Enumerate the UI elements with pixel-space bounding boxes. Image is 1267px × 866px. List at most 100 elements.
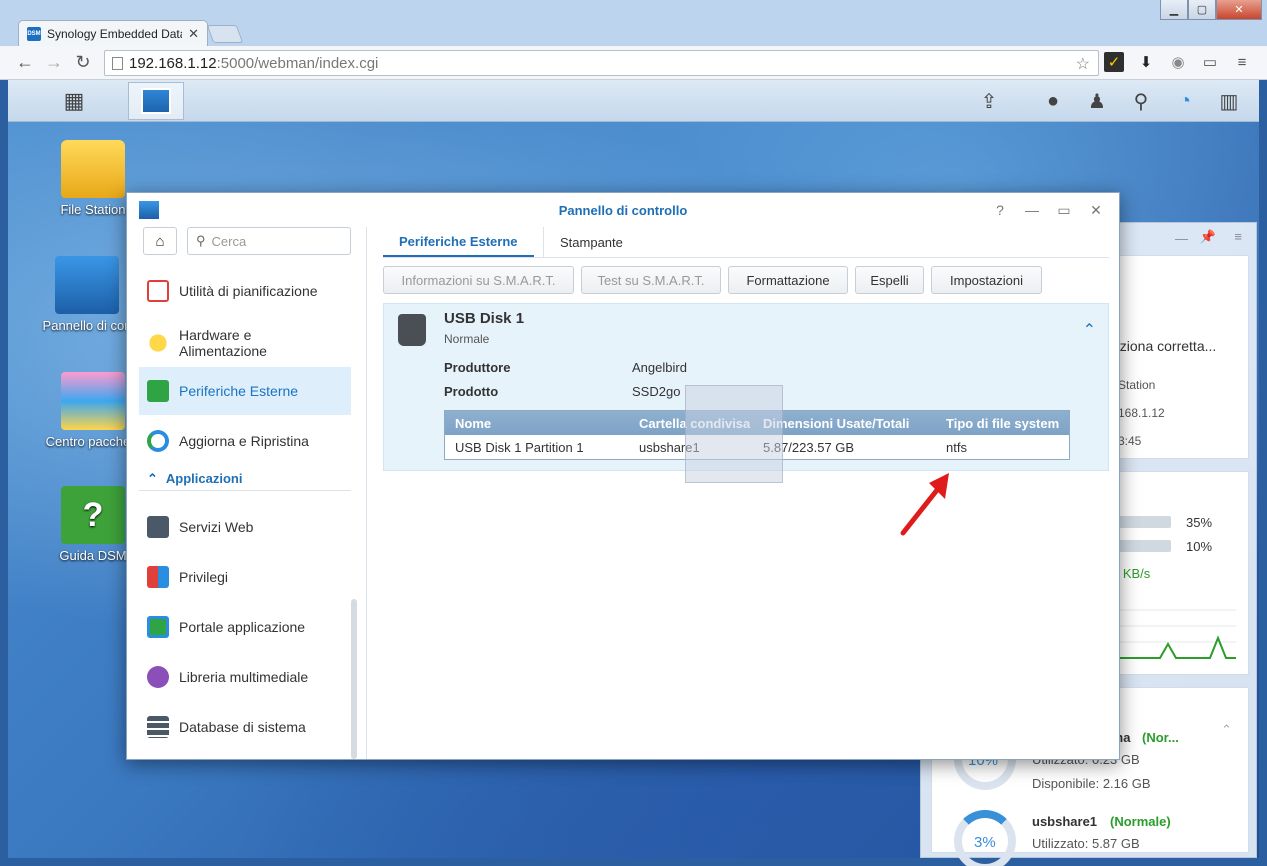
- section-applications[interactable]: ⌃ Applicazioni: [139, 467, 351, 491]
- menu-icon[interactable]: ≡: [1232, 52, 1252, 72]
- minimize-window-button[interactable]: ▁: [1160, 0, 1188, 20]
- sidebar-item-media-library[interactable]: Libreria multimediale: [139, 653, 351, 701]
- sidebar-item-web-services[interactable]: Servizi Web: [139, 503, 351, 551]
- close-tab-icon[interactable]: ✕: [188, 26, 199, 42]
- format-button[interactable]: Formattazione: [728, 266, 848, 294]
- health-status-text: nziona corretta...: [1112, 338, 1217, 354]
- sidebar-item-label: Servizi Web: [179, 519, 254, 535]
- sidebar-scrollbar[interactable]: [351, 599, 357, 759]
- url-path: :5000/webman/index.cgi: [216, 54, 379, 72]
- extension-check-icon[interactable]: ✓: [1104, 52, 1124, 72]
- button-label: Test su S.M.A.R.T.: [597, 272, 705, 288]
- sidebar: ⌂ ⚲ Cerca Utilità di pianificazione Hard…: [127, 227, 367, 759]
- product-label: Prodotto: [444, 384, 499, 399]
- url-host: 192.168.1.12: [129, 54, 217, 72]
- user-icon[interactable]: ♟: [1084, 88, 1110, 114]
- sidebar-item-app-portal[interactable]: Portale applicazione: [139, 603, 351, 651]
- tab-label: Stampante: [560, 234, 623, 250]
- address-bar[interactable]: 192.168.1.12:5000/webman/index.cgi ☆: [104, 50, 1099, 76]
- bulb-icon: [147, 332, 169, 354]
- sidebar-item-privileges[interactable]: Privilegi: [139, 553, 351, 601]
- close-window-button[interactable]: ✕: [1216, 0, 1262, 20]
- cell-filesystem: ntfs: [946, 440, 967, 455]
- eject-button[interactable]: Espelli: [855, 266, 924, 294]
- dsm-taskbar: [8, 80, 1259, 122]
- tab-printer[interactable]: Stampante: [543, 227, 639, 257]
- usb-share-name: usbshare1: [1032, 814, 1098, 829]
- sidebar-item-external-devices[interactable]: Periferiche Esterne: [139, 367, 351, 415]
- search-icon[interactable]: ⚲: [1128, 88, 1154, 114]
- back-icon[interactable]: ←: [13, 51, 37, 73]
- smart-info-button[interactable]: Informazioni su S.M.A.R.T.: [383, 266, 574, 294]
- cast-icon[interactable]: ▭: [1200, 52, 1220, 72]
- tab-label: Periferiche Esterne: [399, 233, 518, 249]
- volume-status: (Nor...: [1142, 730, 1179, 745]
- sidebar-item-label: Aggiorna e Ripristina: [179, 433, 309, 449]
- button-label: Espelli: [870, 272, 909, 288]
- search-field[interactable]: ⚲ Cerca: [187, 227, 351, 255]
- control-panel-app-icon: [141, 88, 171, 114]
- control-panel-window: Pannello di controllo ? — ▭ ✕ ⌂ ⚲ Cerca …: [126, 192, 1120, 760]
- forward-icon[interactable]: →: [42, 51, 66, 73]
- home-button[interactable]: ⌂: [143, 227, 177, 255]
- minimize-icon[interactable]: —: [1023, 201, 1041, 219]
- settings-button[interactable]: Impostazioni: [931, 266, 1042, 294]
- sidebar-item-label: Periferiche Esterne: [179, 383, 299, 399]
- maximize-window-button[interactable]: ▢: [1188, 0, 1216, 20]
- extension-shield-icon[interactable]: ◉: [1168, 52, 1188, 72]
- page-icon: [112, 57, 123, 70]
- sidebar-item-system-database[interactable]: Database di sistema: [139, 703, 351, 751]
- taskbar-control-panel-icon[interactable]: [128, 82, 184, 120]
- database-icon: [147, 716, 169, 738]
- ram-percent: 10%: [1186, 539, 1213, 554]
- bookmark-star-icon[interactable]: ☆: [1076, 54, 1090, 74]
- sidebar-item-label: Libreria multimediale: [179, 669, 309, 685]
- folder-search-icon: [61, 140, 125, 198]
- window-titlebar[interactable]: Pannello di controllo: [127, 193, 1119, 227]
- button-label: Formattazione: [746, 272, 830, 288]
- web-services-icon: [147, 516, 169, 538]
- widgets-icon[interactable]: ▥: [1216, 88, 1242, 114]
- sidebar-item-update-restore[interactable]: Aggiorna e Ripristina: [139, 417, 351, 465]
- cell-partition-name: USB Disk 1 Partition 1: [455, 440, 584, 455]
- usb-disk-icon: [398, 314, 426, 346]
- app-portal-icon: [147, 616, 169, 638]
- close-icon[interactable]: ✕: [1087, 201, 1105, 219]
- sidebar-item-hardware[interactable]: Hardware e Alimentazione: [139, 317, 351, 369]
- main-menu-icon[interactable]: ▦: [46, 82, 102, 120]
- widget-collapse-icon[interactable]: —: [1175, 231, 1188, 246]
- reload-icon[interactable]: ↻: [71, 51, 95, 73]
- privileges-icon: [147, 566, 169, 588]
- widget-menu-icon[interactable]: ≡: [1234, 229, 1242, 244]
- help-icon[interactable]: ?: [991, 201, 1009, 219]
- sidebar-item-task-scheduler[interactable]: Utilità di pianificazione: [139, 267, 351, 315]
- tab-divider: [383, 257, 1109, 258]
- extension-download-icon[interactable]: ⬇: [1136, 52, 1156, 72]
- usb-share-status: (Normale): [1110, 814, 1171, 829]
- storage-collapse-icon[interactable]: ⌃: [1221, 722, 1232, 738]
- smart-test-button[interactable]: Test su S.M.A.R.T.: [581, 266, 721, 294]
- media-reel-icon: [147, 666, 169, 688]
- annotation-arrow: [900, 473, 949, 536]
- control-panel-icon: [55, 256, 119, 314]
- upload-queue-icon[interactable]: ⇪: [976, 88, 1002, 114]
- widget-pin-icon[interactable]: 📌: [1200, 229, 1216, 245]
- usb-share-used: Utilizzato: 5.87 GB: [1032, 836, 1140, 851]
- server-time: 3:45: [1118, 434, 1142, 448]
- chevron-up-icon[interactable]: ⌃: [1083, 320, 1096, 340]
- manufacturer-value: Angelbird: [632, 360, 687, 375]
- maximize-icon[interactable]: ▭: [1055, 201, 1073, 219]
- window-app-icon: [138, 200, 160, 220]
- notification-chat-icon[interactable]: ●: [1040, 88, 1066, 114]
- browser-tab[interactable]: DSM Synology Embedded Data ✕: [18, 20, 208, 46]
- server-ip: 168.1.12: [1118, 406, 1165, 420]
- server-name: Station: [1118, 378, 1156, 392]
- tab-external-devices[interactable]: Periferiche Esterne: [383, 227, 534, 257]
- sidebar-item-label: Utilità di pianificazione: [179, 283, 318, 299]
- col-filesystem: Tipo di file system: [946, 416, 1060, 431]
- col-size: Dimensioni Usate/Totali: [763, 416, 910, 431]
- new-tab-button[interactable]: [206, 25, 244, 43]
- chevron-up-icon: ⌃: [147, 470, 158, 486]
- dashboard-gauge-icon[interactable]: ◔: [1172, 88, 1198, 114]
- search-icon: ⚲: [196, 233, 206, 248]
